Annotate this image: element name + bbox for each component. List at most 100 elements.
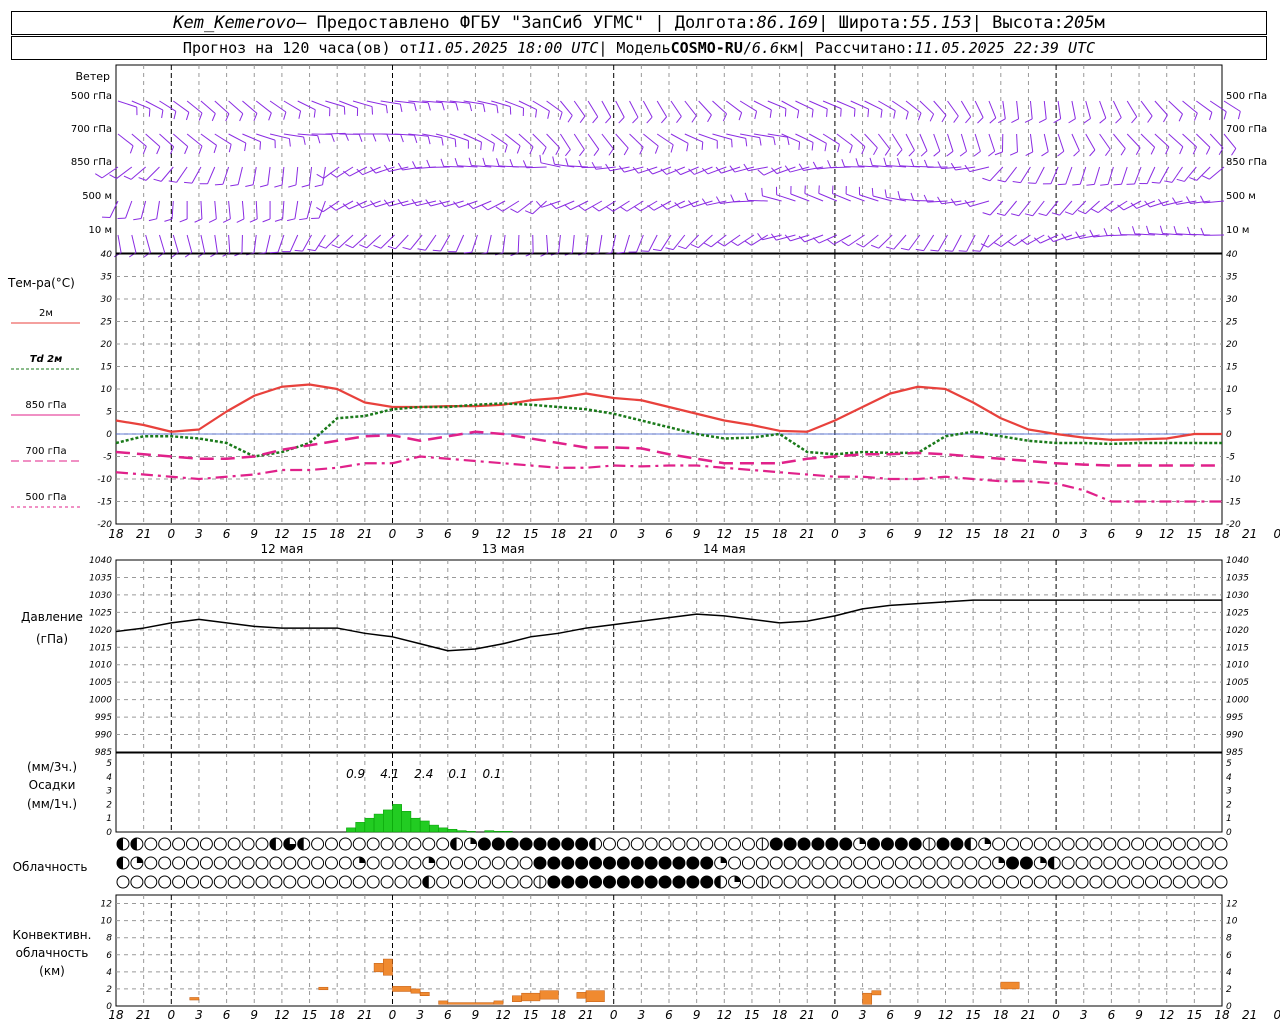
temp-tick-right: -5 xyxy=(1226,453,1235,463)
cloud-symbol xyxy=(450,875,464,889)
cloud-symbol xyxy=(867,875,881,889)
wind-barb-feather xyxy=(853,108,856,117)
wind-barb xyxy=(966,234,976,252)
cloud-symbol xyxy=(1200,856,1214,870)
wind-barb-feather xyxy=(826,239,834,245)
wind-barb-feather xyxy=(703,242,712,248)
wind-barb-feather xyxy=(798,141,801,150)
wind-barb xyxy=(1071,133,1080,151)
cloud-symbol xyxy=(1117,856,1131,870)
time-tick-bottom: 12 xyxy=(717,1008,732,1022)
cloud-symbol xyxy=(1019,837,1033,851)
wind-barb xyxy=(1029,133,1034,152)
wind-barb-feather xyxy=(129,145,134,154)
precip-tick-right: 3 xyxy=(1226,787,1232,797)
cloud-symbol xyxy=(950,875,964,889)
wind-barb xyxy=(222,166,230,185)
cloud-symbol xyxy=(297,856,311,870)
wind-barb-feather xyxy=(885,246,894,250)
cloud-symbol xyxy=(380,856,394,870)
time-tick: 0 xyxy=(610,527,618,541)
wind-barb xyxy=(214,133,232,145)
precip-tick-right: 5 xyxy=(1226,759,1232,769)
cloud-symbol xyxy=(741,875,755,889)
cloud-symbol xyxy=(672,875,686,889)
wind-barb-feather xyxy=(1038,213,1047,217)
wind-barb xyxy=(1029,100,1033,119)
cloud-symbol xyxy=(380,875,394,889)
wind-barb-feather xyxy=(288,138,291,147)
time-tick: 0 xyxy=(1273,527,1280,541)
wind-barb xyxy=(242,133,261,143)
wind-barb-feather xyxy=(1150,146,1156,155)
wind-barb xyxy=(952,234,962,252)
wind-barb-feather xyxy=(1159,225,1164,234)
conv-bar xyxy=(585,990,605,1002)
wind-barb xyxy=(1209,133,1224,149)
cloud-quarter xyxy=(998,857,1005,863)
wind-barb-feather xyxy=(539,154,542,163)
cloud-symbol xyxy=(839,856,853,870)
cloud-symbol xyxy=(728,837,742,851)
wind-barb xyxy=(1043,100,1047,119)
wind-barb xyxy=(656,100,668,118)
wind-barb-feather xyxy=(454,139,457,148)
wind-barb xyxy=(891,133,903,150)
wind-barb xyxy=(573,133,585,150)
cloud-symbol xyxy=(255,856,269,870)
wind-barb-feather xyxy=(1192,146,1197,155)
wind-barb-feather xyxy=(933,150,941,157)
cloud-symbol xyxy=(213,856,227,870)
wind-barb xyxy=(1140,133,1155,148)
wind-barb xyxy=(1146,166,1156,184)
wind-barb-feather xyxy=(432,249,441,252)
wind-barb-feather xyxy=(413,103,417,112)
cloud-symbol xyxy=(644,856,658,870)
wind-barb-feather xyxy=(686,143,689,152)
conv-tick-right: 12 xyxy=(1226,900,1238,910)
wind-barb-feather xyxy=(897,190,901,199)
precip-tick-right: 1 xyxy=(1226,814,1232,824)
time-tick-bottom: 21 xyxy=(1021,1008,1036,1022)
cloud-symbol xyxy=(908,875,922,889)
cloud-symbol xyxy=(616,875,630,889)
wind-barb-feather xyxy=(620,206,628,212)
time-tick: 3 xyxy=(1080,527,1088,541)
wind-barb-feather xyxy=(399,104,403,113)
cloud-quarter xyxy=(984,838,991,844)
wind-barb xyxy=(648,234,658,252)
wind-barb xyxy=(781,100,799,111)
wind-barb-feather xyxy=(592,206,600,212)
wind-barb-feather xyxy=(717,241,725,247)
wind-barb-feather xyxy=(400,134,404,143)
time-tick: 18 xyxy=(993,527,1009,541)
cloud-symbol xyxy=(839,837,853,851)
cloud-symbol xyxy=(644,875,658,889)
precip-bar xyxy=(383,809,393,833)
wind-barb-feather xyxy=(652,248,662,252)
time-tick-bottom: 3 xyxy=(859,1008,867,1022)
pressure-tick-left: 1005 xyxy=(89,678,112,688)
precip-3h-label: 0.1 xyxy=(448,767,467,781)
legend-label: 850 гПа xyxy=(25,400,66,411)
cloud-symbol xyxy=(1089,837,1103,851)
wind-barb-feather xyxy=(1009,151,1018,156)
wind-barb xyxy=(587,100,599,118)
wind-barb xyxy=(724,234,741,247)
wind-barb-feather xyxy=(1047,235,1054,242)
cloud-symbol xyxy=(477,856,491,870)
wind-barb-feather xyxy=(1012,181,1021,184)
wind-barb xyxy=(1168,133,1184,148)
wind-barb xyxy=(1154,100,1168,116)
temp-tick-left: -10 xyxy=(97,475,112,485)
wind-barb-feather xyxy=(524,210,533,215)
cloud-symbol xyxy=(311,837,325,851)
wind-barb-feather xyxy=(591,161,597,170)
wind-barb xyxy=(200,234,206,253)
wind-barb-feather xyxy=(757,233,763,241)
cloud-symbol xyxy=(853,875,867,889)
temp-tick-left: -15 xyxy=(97,498,112,508)
cloud-symbol xyxy=(116,875,130,889)
precip-bar xyxy=(392,804,402,833)
wind-barb xyxy=(283,100,301,112)
